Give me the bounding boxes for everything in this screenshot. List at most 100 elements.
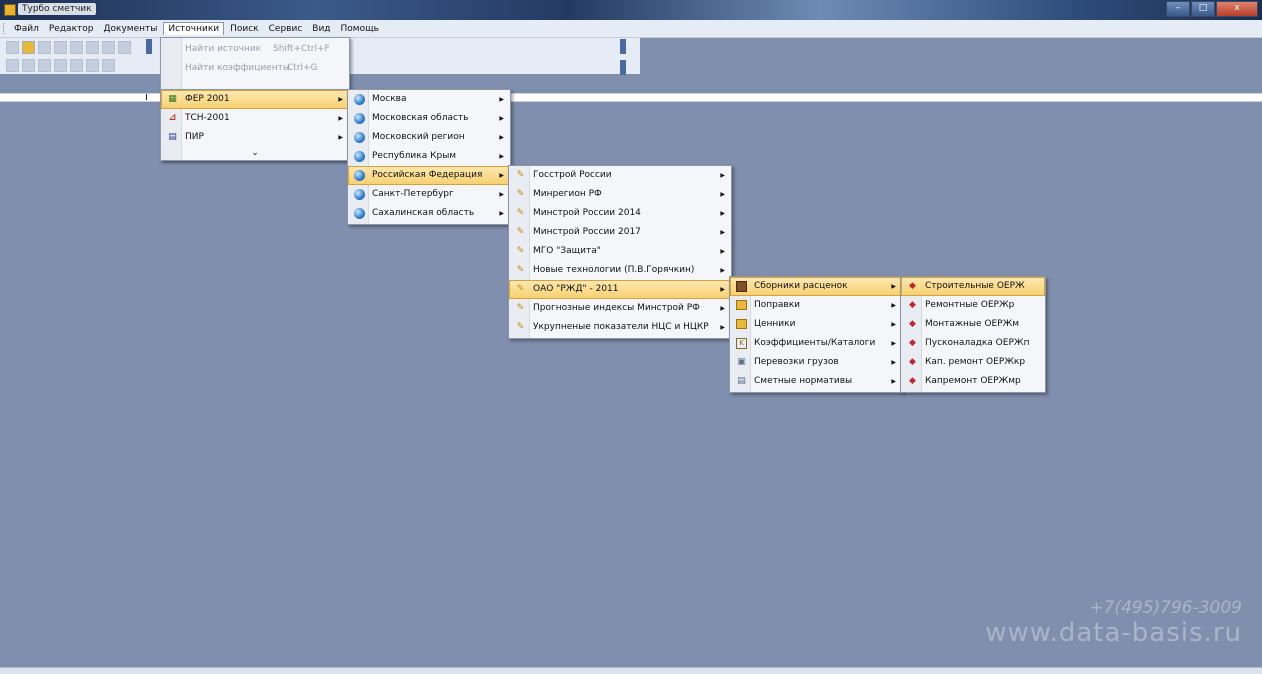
folder-icon [736, 319, 747, 329]
region-item-crimea[interactable]: Республика Крым ▶ [348, 147, 510, 166]
chevron-right-icon: ▶ [720, 210, 725, 217]
truck-icon: ▣ [737, 357, 746, 367]
diamond-book-icon: ◆ [909, 357, 916, 367]
find-coefficients-item[interactable]: Найти коэффициенты Ctrl+G [161, 59, 349, 78]
region-item-moscow[interactable]: Москва ▶ [348, 90, 510, 109]
menu-service[interactable]: Сервис [265, 23, 307, 35]
globe-icon [354, 113, 365, 124]
toolbar-secondary-overflow[interactable] [620, 39, 626, 54]
expand-more-icon[interactable]: ⌄ [161, 148, 349, 158]
region-item-saint-petersburg[interactable]: Санкт-Петербург ▶ [348, 185, 510, 204]
menu-item-tsn-2001[interactable]: ⊿ ТСН-2001 ▶ [161, 109, 349, 128]
norms-icon: ▤ [737, 376, 746, 386]
federal-item-minstroy-2014[interactable]: ✎ Минстрой России 2014 ▶ [509, 204, 731, 223]
rzd-item-corrections[interactable]: Поправки ▶ [730, 296, 902, 315]
menu-view[interactable]: Вид [308, 23, 334, 35]
region-item-russian-federation[interactable]: Российская Федерация ▶ [348, 166, 510, 185]
chevron-right-icon: ▶ [338, 96, 343, 103]
federal-item-ncs-nckr[interactable]: ✎ Укрупненые показатели НЦС и НЦКР ▶ [509, 318, 731, 337]
menu-item-fer-2001[interactable]: ▦ ФЕР 2001 ▶ [161, 90, 349, 109]
toolbar-main-icons [6, 41, 134, 54]
collection-item-construction[interactable]: ◆ Строительные ОЕРЖ [901, 277, 1045, 296]
chevron-right-icon: ▶ [720, 324, 725, 331]
region-item-label: Республика Крым [372, 151, 457, 161]
new-doc-icon[interactable] [6, 41, 19, 54]
print-icon[interactable] [54, 41, 67, 54]
paste-icon[interactable] [102, 41, 115, 54]
collection-item-commissioning[interactable]: ◆ Пусконаладка ОЕРЖп [901, 334, 1045, 353]
cut-icon[interactable] [70, 41, 83, 54]
base-submenu: ▦ ФЕР 2001 ▶ ⊿ ТСН-2001 ▶ ▤ ПИР ▶ ⌄ [160, 89, 350, 161]
menu-sources[interactable]: Источники [163, 22, 225, 35]
region-item-label: Санкт-Петербург [372, 189, 454, 199]
federal-item-label: Прогнозные индексы Минстрой РФ [533, 303, 700, 313]
watermark-phone: +7(495)796-3009 [1089, 598, 1242, 618]
menu-search[interactable]: Поиск [226, 23, 263, 35]
federal-item-new-tech[interactable]: ✎ Новые технологии (П.В.Горячкин) ▶ [509, 261, 731, 280]
list-icon[interactable] [54, 59, 67, 72]
pen-icon: ✎ [516, 303, 525, 313]
diamond-book-icon: ◆ [909, 338, 916, 348]
region-item-moscow-region[interactable]: Московский регион ▶ [348, 128, 510, 147]
toolbar-format-overflow[interactable] [620, 60, 626, 75]
collection-item-installation[interactable]: ◆ Монтажные ОЕРЖм [901, 315, 1045, 334]
menu-help[interactable]: Помощь [337, 23, 383, 35]
region-item-moscow-oblast[interactable]: Московская область ▶ [348, 109, 510, 128]
federal-item-rzd-2011[interactable]: ✎ ОАО "РЖД" - 2011 ▶ [509, 280, 731, 299]
find-source-item[interactable]: Найти источник Shift+Ctrl+F [161, 40, 349, 59]
rzd-item-label: Перевозки грузов [754, 357, 839, 367]
toolbar-main-overflow[interactable] [146, 39, 152, 54]
federal-item-label: ОАО "РЖД" - 2011 [533, 284, 619, 294]
menu-documents[interactable]: Документы [99, 23, 161, 35]
save-icon[interactable] [38, 41, 51, 54]
minimize-button[interactable]: – [1166, 1, 1190, 17]
federal-item-gosstroy[interactable]: ✎ Госстрой России ▶ [509, 166, 731, 185]
close-button[interactable]: x [1216, 1, 1258, 17]
rzd-item-estimate-norms[interactable]: ▤ Сметные нормативы ▶ [730, 372, 902, 391]
rzd-item-price-lists[interactable]: Ценники ▶ [730, 315, 902, 334]
rzd-item-label: Ценники [754, 319, 796, 329]
rzd-item-price-collections[interactable]: Сборники расценок ▶ [730, 277, 902, 296]
align-left-icon[interactable] [6, 59, 19, 72]
title-bar: Турбо сметчик – □ x [0, 0, 1262, 20]
chevron-right-icon: ▶ [720, 305, 725, 312]
open-folder-icon[interactable] [22, 41, 35, 54]
federal-item-minstroy-2017[interactable]: ✎ Минстрой России 2017 ▶ [509, 223, 731, 242]
rzd-item-coefficients[interactable]: K Коэффициенты/Каталоги ▶ [730, 334, 902, 353]
folder-icon [736, 300, 747, 310]
collection-item-capital-repair-mr[interactable]: ◆ Капремонт ОЕРЖмр [901, 372, 1045, 391]
align-center-icon[interactable] [22, 59, 35, 72]
copy-icon[interactable] [86, 41, 99, 54]
menubar-grip[interactable] [3, 23, 7, 34]
chevron-right-icon: ▶ [338, 115, 343, 122]
diamond-book-icon: ◆ [909, 300, 916, 310]
federal-item-mgo-zashchita[interactable]: ✎ МГО "Защита" ▶ [509, 242, 731, 261]
font-color-icon[interactable] [102, 59, 115, 72]
window-title: Турбо сметчик [18, 3, 96, 15]
federal-item-forecast-indexes[interactable]: ✎ Прогнозные индексы Минстрой РФ ▶ [509, 299, 731, 318]
menu-editor[interactable]: Редактор [45, 23, 98, 35]
find-source-shortcut: Shift+Ctrl+F [273, 44, 330, 54]
region-item-sakhalin[interactable]: Сахалинская область ▶ [348, 204, 510, 223]
toolbar-format-icons [6, 59, 118, 72]
pen-icon: ✎ [516, 322, 525, 332]
align-right-icon[interactable] [38, 59, 51, 72]
indent-icon[interactable] [70, 59, 83, 72]
collection-item-capital-repair[interactable]: ◆ Кап. ремонт ОЕРЖкр [901, 353, 1045, 372]
menu-file[interactable]: Файл [10, 23, 43, 35]
outdent-icon[interactable] [86, 59, 99, 72]
rzd-item-freight[interactable]: ▣ Перевозки грузов ▶ [730, 353, 902, 372]
undo-icon[interactable] [118, 41, 131, 54]
menu-item-pir[interactable]: ▤ ПИР ▶ [161, 128, 349, 147]
pen-icon: ✎ [516, 246, 525, 256]
collection-item-label: Кап. ремонт ОЕРЖкр [925, 357, 1026, 367]
federal-item-label: Минрегион РФ [533, 189, 602, 199]
federal-item-minregion[interactable]: ✎ Минрегион РФ ▶ [509, 185, 731, 204]
maximize-button[interactable]: □ [1191, 1, 1215, 17]
app-icon [4, 4, 16, 16]
text-cursor [146, 94, 147, 100]
collection-item-label: Строительные ОЕРЖ [925, 281, 1025, 291]
chevron-right-icon: ▶ [891, 359, 896, 366]
chevron-right-icon: ▶ [891, 378, 896, 385]
collection-item-repair[interactable]: ◆ Ремонтные ОЕРЖр [901, 296, 1045, 315]
